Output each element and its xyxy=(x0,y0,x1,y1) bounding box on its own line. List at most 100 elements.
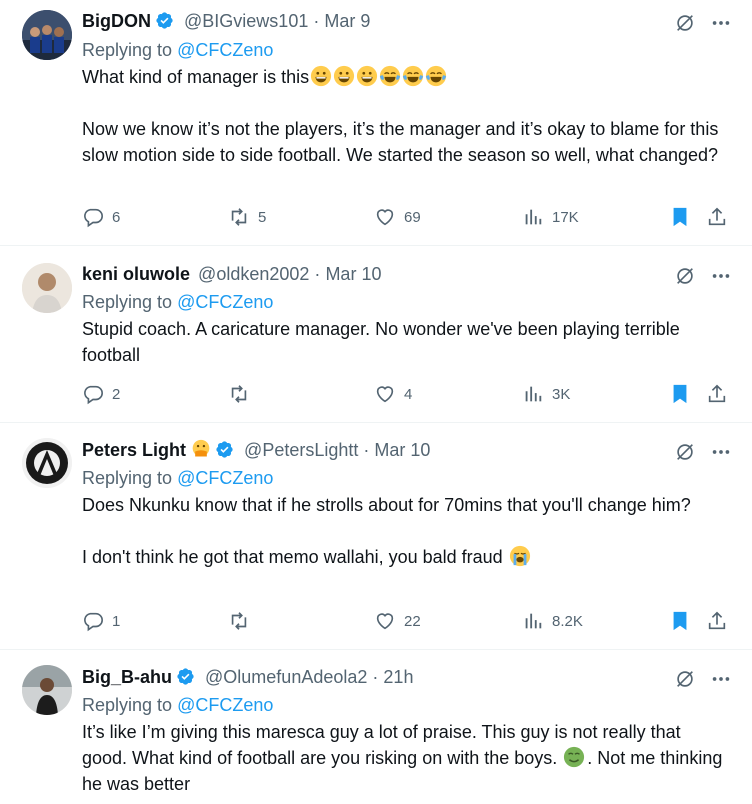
grinning-face-emoji xyxy=(311,65,332,87)
bookmark-icon xyxy=(673,384,687,404)
reply-icon xyxy=(84,208,103,228)
reply-icon xyxy=(84,612,103,632)
tweet-text-paragraph: Now we know it’s not the players, it’s t… xyxy=(82,119,724,165)
grok-icon[interactable] xyxy=(674,668,696,690)
like-button[interactable]: 4 xyxy=(374,383,412,405)
replies-feed: BigDON @BIGviews101 · Mar 9 Replying to … xyxy=(0,0,752,804)
tweet-text-paragraph: Does Nkunku know that if he strolls abou… xyxy=(82,495,691,515)
share-button[interactable] xyxy=(706,206,728,228)
retweet-button[interactable] xyxy=(228,383,258,405)
views-button[interactable]: 17K xyxy=(522,206,579,228)
bookmark-button[interactable] xyxy=(669,610,691,632)
share-button[interactable] xyxy=(706,610,728,632)
verified-badge-icon xyxy=(156,12,173,29)
views-icon xyxy=(525,386,542,402)
views-button[interactable]: 8.2K xyxy=(522,610,583,632)
view-count: 17K xyxy=(552,208,579,226)
separator: · xyxy=(314,264,321,284)
share-button[interactable] xyxy=(706,383,728,405)
bookmark-icon xyxy=(673,207,687,227)
reply-button[interactable]: 1 xyxy=(82,610,120,632)
view-count: 3K xyxy=(552,385,571,403)
replying-to: Replying to @CFCZeno xyxy=(82,291,273,313)
tears-of-joy-emoji xyxy=(426,65,447,87)
reply-button[interactable]: 2 xyxy=(82,383,120,405)
display-name[interactable]: Big_B-ahu xyxy=(82,667,172,687)
replying-to-label: Replying to xyxy=(82,695,178,715)
tweet-top-actions xyxy=(674,265,732,287)
tweet[interactable]: keni oluwole @oldken2002 · Mar 10 Replyi… xyxy=(0,246,752,423)
views-icon xyxy=(525,613,542,629)
tweet-date[interactable]: Mar 10 xyxy=(325,264,381,284)
tweet-actions: 6 5 69 17K xyxy=(82,206,732,230)
user-handle[interactable]: @OlumefunAdeola2 xyxy=(205,667,367,687)
mention-link[interactable]: @CFCZeno xyxy=(177,292,273,312)
separator: · xyxy=(372,667,379,687)
bookmark-button[interactable] xyxy=(669,206,691,228)
avatar[interactable] xyxy=(22,263,72,313)
tweet-date[interactable]: Mar 9 xyxy=(324,11,370,31)
retweet-button[interactable] xyxy=(228,610,258,632)
separator: · xyxy=(363,440,370,460)
replying-to-label: Replying to xyxy=(82,292,178,312)
tweet[interactable]: BigDON @BIGviews101 · Mar 9 Replying to … xyxy=(0,0,752,246)
grok-icon[interactable] xyxy=(674,265,696,287)
view-count: 8.2K xyxy=(552,612,583,630)
tweet[interactable]: Big_B-ahu @OlumefunAdeola2 · 21h Replyin… xyxy=(0,650,752,804)
heart-icon xyxy=(376,386,394,403)
bookmark-icon xyxy=(673,611,687,631)
tweet-date[interactable]: 21h xyxy=(383,667,413,687)
heart-icon xyxy=(376,613,394,630)
mention-link[interactable]: @CFCZeno xyxy=(177,468,273,488)
grok-icon[interactable] xyxy=(674,12,696,34)
tweet-header: Big_B-ahu @OlumefunAdeola2 · 21h xyxy=(82,666,642,688)
tweet-text: Stupid coach. A caricature manager. No w… xyxy=(82,316,724,368)
retweet-icon xyxy=(231,208,247,226)
grok-icon[interactable] xyxy=(674,441,696,463)
tweet-text: What kind of manager is this Now we know… xyxy=(82,64,724,168)
more-options-icon[interactable] xyxy=(710,12,732,34)
more-options-icon[interactable] xyxy=(710,265,732,287)
tweet-header: keni oluwole @oldken2002 · Mar 10 xyxy=(82,263,642,285)
tweet-text-paragraph: Stupid coach. A caricature manager. No w… xyxy=(82,319,685,365)
share-icon xyxy=(708,611,726,630)
tweet-actions: 2 4 3K xyxy=(82,383,732,407)
like-count: 69 xyxy=(404,208,421,226)
grinning-face-emoji xyxy=(334,65,355,87)
views-button[interactable]: 3K xyxy=(522,383,570,405)
replying-to-label: Replying to xyxy=(82,468,178,488)
reply-count: 2 xyxy=(112,385,121,403)
like-button[interactable]: 22 xyxy=(374,610,421,632)
tweet-header: BigDON @BIGviews101 · Mar 9 xyxy=(82,10,642,32)
mention-link[interactable]: @CFCZeno xyxy=(177,40,273,60)
user-handle[interactable]: @BIGviews101 xyxy=(184,11,308,31)
more-options-icon[interactable] xyxy=(710,441,732,463)
replying-to: Replying to @CFCZeno xyxy=(82,467,273,489)
separator: · xyxy=(313,11,320,31)
face-with-hand-over-mouth-emoji xyxy=(192,439,210,457)
bookmark-button[interactable] xyxy=(669,383,691,405)
tears-of-joy-emoji xyxy=(380,65,401,87)
tweet-top-actions xyxy=(674,668,732,690)
more-options-icon[interactable] xyxy=(710,668,732,690)
like-button[interactable]: 69 xyxy=(374,206,421,228)
share-icon xyxy=(708,384,726,403)
retweet-count: 5 xyxy=(258,208,267,226)
avatar[interactable] xyxy=(22,10,72,60)
display-name[interactable]: Peters Light xyxy=(82,440,186,460)
tears-of-joy-emoji xyxy=(403,65,424,87)
views-icon xyxy=(525,209,542,225)
user-handle[interactable]: @oldken2002 xyxy=(198,264,309,284)
tweet-date[interactable]: Mar 10 xyxy=(374,440,430,460)
avatar[interactable] xyxy=(22,438,72,488)
display-name[interactable]: keni oluwole xyxy=(82,264,190,284)
display-name[interactable]: BigDON xyxy=(82,11,151,31)
tweet-actions: 1 22 8.2K xyxy=(82,610,732,634)
retweet-button[interactable]: 5 xyxy=(228,206,266,228)
mention-link[interactable]: @CFCZeno xyxy=(177,695,273,715)
reply-button[interactable]: 6 xyxy=(82,206,120,228)
user-handle[interactable]: @PetersLightt xyxy=(244,440,358,460)
avatar[interactable] xyxy=(22,665,72,715)
tweet[interactable]: Peters Light @PetersLightt · Mar 10 Repl… xyxy=(0,423,752,650)
tweet-text-paragraph: I don't think he got that memo wallahi, … xyxy=(82,547,503,567)
